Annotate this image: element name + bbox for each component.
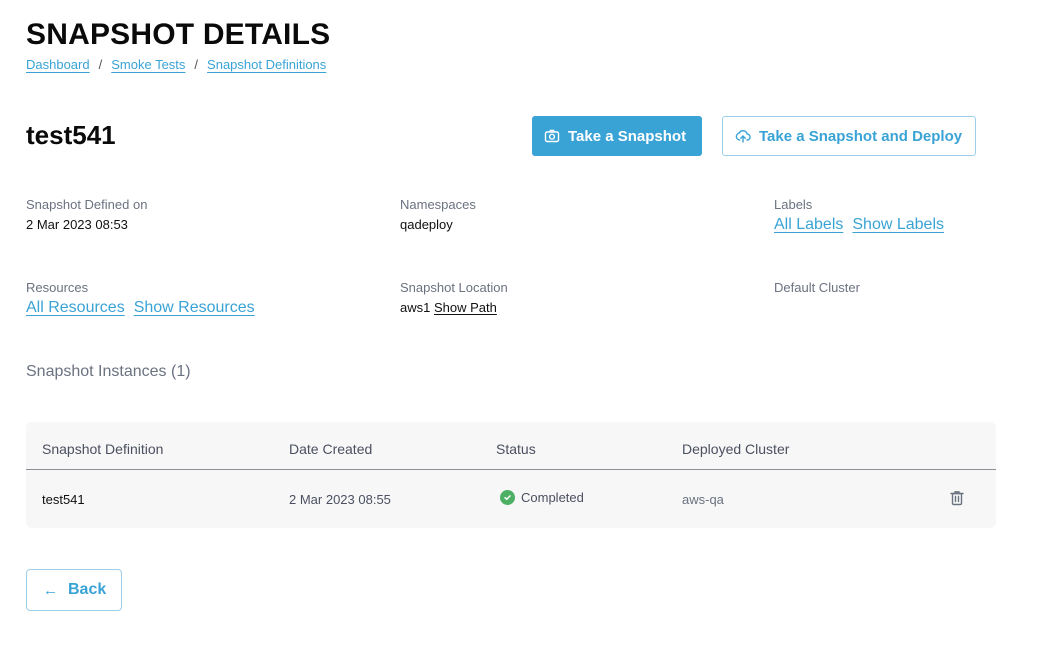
breadcrumb-snapshot-definitions[interactable]: Snapshot Definitions <box>207 57 326 72</box>
take-snapshot-button[interactable]: Take a Snapshot <box>532 116 702 156</box>
breadcrumb: Dashboard / Smoke Tests / Snapshot Defin… <box>26 57 326 72</box>
snapshot-location-field: Snapshot Location aws1 Show Path <box>400 280 508 315</box>
default-cluster-field: Default Cluster <box>774 280 860 300</box>
resources-field: Resources All Resources Show Resources <box>26 280 255 317</box>
namespaces-value: qadeploy <box>400 217 453 232</box>
snapshot-location-value: aws1 <box>400 300 431 315</box>
snapshot-name: test541 <box>26 120 116 150</box>
defined-on-label: Snapshot Defined on <box>26 197 148 212</box>
breadcrumb-smoke-tests[interactable]: Smoke Tests <box>111 57 185 72</box>
breadcrumb-dashboard[interactable]: Dashboard <box>26 57 90 72</box>
default-cluster-label: Default Cluster <box>774 280 860 295</box>
column-header-status[interactable]: Status <box>496 441 536 457</box>
arrow-left-icon: ← <box>43 581 58 599</box>
breadcrumb-separator: / <box>98 57 103 72</box>
cell-date-created: 2 Mar 2023 08:55 <box>289 492 391 507</box>
camera-icon <box>544 128 560 144</box>
trash-icon[interactable] <box>948 489 966 507</box>
table-header: Snapshot Definition Date Created Status … <box>26 422 996 470</box>
snapshot-instances-title: Snapshot Instances (1) <box>26 363 191 380</box>
cell-deployed-cluster: aws-qa <box>682 492 724 507</box>
take-snapshot-and-deploy-label: Take a Snapshot and Deploy <box>759 127 963 145</box>
snapshot-location-label: Snapshot Location <box>400 280 508 295</box>
take-snapshot-and-deploy-button[interactable]: Take a Snapshot and Deploy <box>722 116 976 156</box>
snapshot-instances-table: Snapshot Definition Date Created Status … <box>26 422 996 528</box>
defined-on-field: Snapshot Defined on 2 Mar 2023 08:53 <box>26 197 147 232</box>
column-header-snapshot-definition[interactable]: Snapshot Definition <box>42 441 163 457</box>
table-row[interactable]: test541 2 Mar 2023 08:55 Completed aws-q… <box>26 470 996 528</box>
status-label: Completed <box>521 490 584 505</box>
back-button[interactable]: ← Back <box>26 569 122 611</box>
page-title: SNAPSHOT DETAILS <box>26 18 331 51</box>
all-labels-link[interactable]: All Labels <box>774 216 843 234</box>
breadcrumb-separator: / <box>194 57 199 72</box>
show-labels-link[interactable]: Show Labels <box>852 216 944 234</box>
all-resources-link[interactable]: All Resources <box>26 299 125 317</box>
show-path-link[interactable]: Show Path <box>434 300 497 315</box>
namespaces-field: Namespaces qadeploy <box>400 197 476 232</box>
back-label: Back <box>68 581 107 598</box>
cloud-upload-icon <box>735 128 751 144</box>
labels-label: Labels <box>774 197 813 212</box>
labels-field: Labels All Labels Show Labels <box>774 197 944 234</box>
namespaces-label: Namespaces <box>400 197 476 212</box>
column-header-date-created[interactable]: Date Created <box>289 441 372 457</box>
cell-definition: test541 <box>42 492 85 507</box>
resources-label: Resources <box>26 280 89 295</box>
show-resources-link[interactable]: Show Resources <box>134 299 255 317</box>
check-circle-icon <box>500 490 515 505</box>
cell-status: Completed <box>500 490 584 505</box>
defined-on-value: 2 Mar 2023 08:53 <box>26 217 128 232</box>
take-snapshot-label: Take a Snapshot <box>568 127 687 145</box>
column-header-deployed-cluster[interactable]: Deployed Cluster <box>682 441 789 457</box>
